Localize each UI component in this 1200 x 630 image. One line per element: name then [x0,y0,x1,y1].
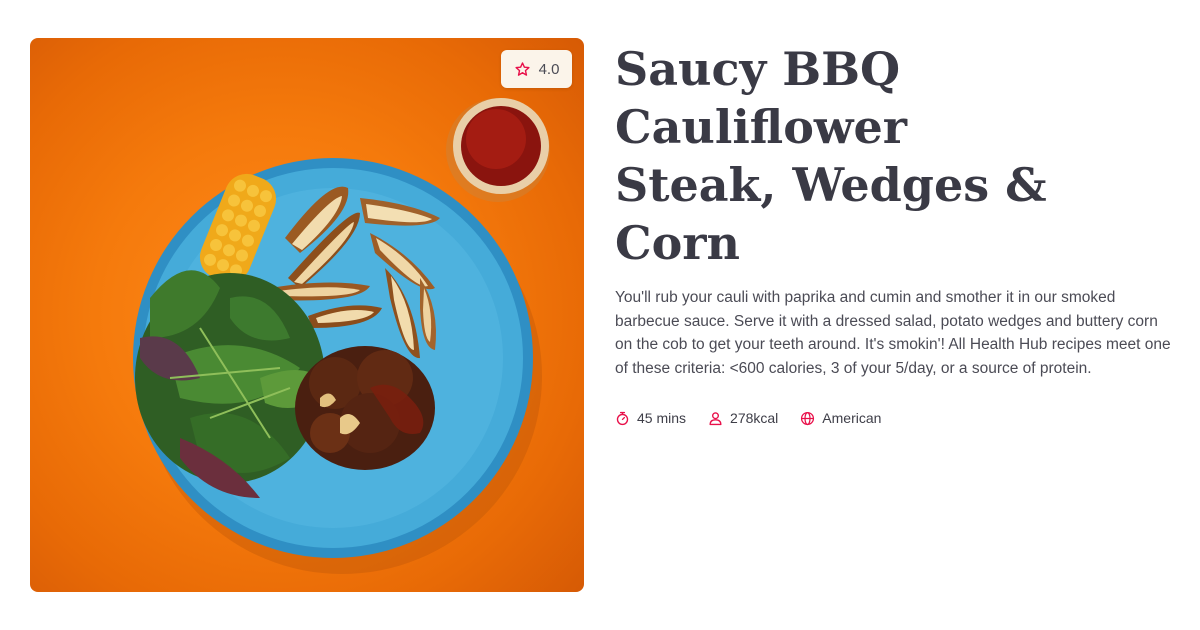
recipe-meta: 45 mins 278kcal American [615,410,1180,426]
recipe-description: You'll rub your cauli with paprika and c… [615,289,1171,377]
recipe-title-line-1: Saucy BBQ Cauliflower [615,42,908,154]
cook-time-value: 45 mins [637,410,687,426]
cuisine: American [800,410,881,426]
rating-value: 4.0 [538,60,560,78]
food-illustration [133,98,550,574]
globe-icon [801,411,815,425]
recipe-title-line-2: Steak, Wedges & Corn [615,158,1047,270]
recipe-hero-image [30,38,584,592]
cuisine-value: American [822,410,882,426]
cauliflower-steak [295,346,435,470]
star-outline-icon [514,61,530,76]
cook-time: 45 mins [615,410,686,426]
recipe-title: Saucy BBQ Cauliflower Steak, Wedges & Co… [615,40,1180,272]
calories-value: 278kcal [730,410,779,426]
stopwatch-icon [616,411,629,425]
person-icon [709,411,722,425]
calories: 278kcal [708,410,778,426]
rating-badge[interactable]: 4.0 [501,50,572,88]
recipe-header: Saucy BBQ Cauliflower Steak, Wedges & Co… [615,40,1180,426]
